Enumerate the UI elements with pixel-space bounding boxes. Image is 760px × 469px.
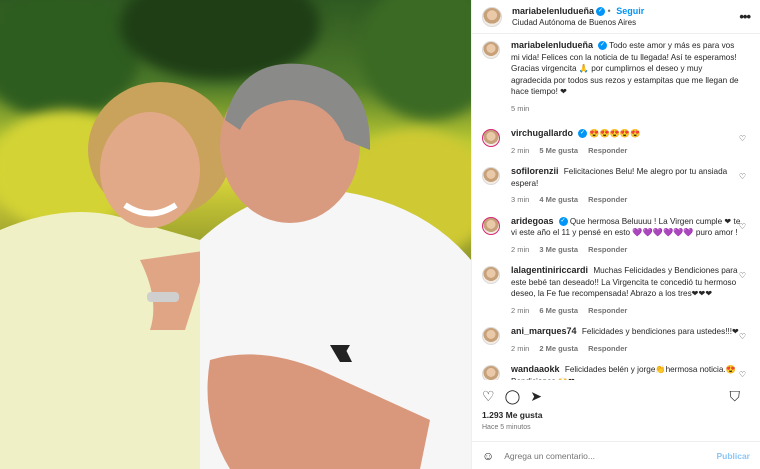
post-photo[interactable] <box>0 0 471 469</box>
post-timestamp: Hace 5 minutos <box>482 424 531 431</box>
comment-item: ani_marques74 Felicidades y bendiciones … <box>482 326 750 354</box>
comment-username[interactable]: aridegoas <box>511 216 554 226</box>
like-count[interactable]: 1.293 Me gusta <box>482 410 542 420</box>
comment-like-icon[interactable]: ♡ <box>739 271 746 280</box>
save-icon[interactable]: ⛉ <box>730 388 741 405</box>
verified-icon: ✓ <box>558 216 568 226</box>
comment-likes[interactable]: 2 Me gusta <box>539 344 578 353</box>
comment-like-icon[interactable]: ♡ <box>739 172 746 181</box>
comment-like-icon[interactable]: ♡ <box>739 332 746 341</box>
publish-button[interactable]: Publicar <box>716 451 750 461</box>
comment-like-icon[interactable]: ♡ <box>739 222 746 231</box>
comment-time: 2 min <box>511 244 530 254</box>
comment-time: 3 min <box>511 195 530 204</box>
post-panel: mariabelenludueña ✓ • Seguir Ciudad Autón… <box>471 0 760 469</box>
author-avatar[interactable] <box>482 41 500 59</box>
caption: mariabelenludueña ✓ Todo este amor y más … <box>482 40 750 114</box>
emoji-icon[interactable]: ☺ <box>482 449 494 463</box>
comment-item: lalagentiniriccardi Muchas Felicidades y… <box>482 265 750 316</box>
comment-like-icon[interactable]: ♡ <box>739 370 746 379</box>
reply-button[interactable]: Responder <box>588 146 627 155</box>
comment-time: 2 min <box>511 343 530 353</box>
comment-icon[interactable]: ◯ <box>505 388 521 405</box>
commenter-avatar[interactable] <box>482 327 500 345</box>
author-username[interactable]: mariabelenludueña <box>512 6 594 16</box>
comment-username[interactable]: wandaaokk <box>511 364 560 374</box>
comment-item: wandaaokk Felicidades belén y jorge👏herm… <box>482 364 750 380</box>
post-header: mariabelenludueña ✓ • Seguir Ciudad Autón… <box>472 0 760 34</box>
comment-likes[interactable]: 3 Me gusta <box>539 245 578 254</box>
comment-likes[interactable]: 6 Me gusta <box>539 306 578 315</box>
follow-button[interactable]: Seguir <box>616 6 644 16</box>
add-comment-bar: ☺ Publicar <box>472 441 760 469</box>
comment-username[interactable]: sofilorenzii <box>511 166 559 176</box>
reply-button[interactable]: Responder <box>588 306 627 315</box>
location-link[interactable]: Ciudad Autónoma de Buenos Aires <box>512 17 644 29</box>
couple-illustration <box>0 63 471 469</box>
commenter-avatar[interactable] <box>482 167 500 185</box>
share-icon[interactable]: ➤ <box>530 388 542 405</box>
comment-likes[interactable]: 4 Me gusta <box>539 195 578 204</box>
comment-item: sofilorenzii Felicitaciones Belu! Me ale… <box>482 166 750 206</box>
commenter-avatar[interactable] <box>482 365 500 380</box>
reply-button[interactable]: Responder <box>588 344 627 353</box>
comment-likes[interactable]: 5 Me gusta <box>539 146 578 155</box>
author-avatar[interactable] <box>482 6 502 27</box>
action-bar: ♡ ◯ ➤ ⛉ <box>472 385 760 407</box>
comment-item: virchugallardo ✓ 😍😍😍😍😍 2 min 5 Me gusta Res… <box>482 128 750 156</box>
separator-dot: • <box>607 5 611 16</box>
verified-icon: ✓ <box>578 129 588 139</box>
comment-input[interactable] <box>504 450 717 461</box>
commenter-avatar[interactable] <box>482 216 500 235</box>
reply-button[interactable]: Responder <box>588 245 627 254</box>
more-options-icon[interactable]: ••• <box>739 9 751 24</box>
comments-list[interactable]: mariabelenludueña ✓ Todo este amor y más … <box>472 40 760 380</box>
reply-button[interactable]: Responder <box>588 195 627 204</box>
comment-username[interactable]: virchugallardo <box>511 128 573 138</box>
verified-icon: ✓ <box>598 41 608 51</box>
comment-time: 2 min <box>511 145 530 155</box>
comment-time: 2 min <box>511 305 530 315</box>
commenter-avatar[interactable] <box>482 266 500 284</box>
comment-text: 😍😍😍😍😍 <box>589 129 641 138</box>
like-icon[interactable]: ♡ <box>482 388 495 405</box>
caption-author[interactable]: mariabelenludueña <box>511 40 593 50</box>
comment-username[interactable]: lalagentiniriccardi <box>511 265 588 275</box>
commenter-avatar[interactable] <box>482 129 500 147</box>
caption-time: 5 min <box>511 103 530 113</box>
comment-text: Felicidades y bendiciones para ustedes!!… <box>581 327 739 336</box>
comment-like-icon[interactable]: ♡ <box>739 134 746 143</box>
comment-username[interactable]: ani_marques74 <box>511 326 577 336</box>
comment-item: aridegoas ✓ Que hermosa Beluuuu ! La Virg… <box>482 216 750 256</box>
verified-icon: ✓ <box>596 6 606 16</box>
